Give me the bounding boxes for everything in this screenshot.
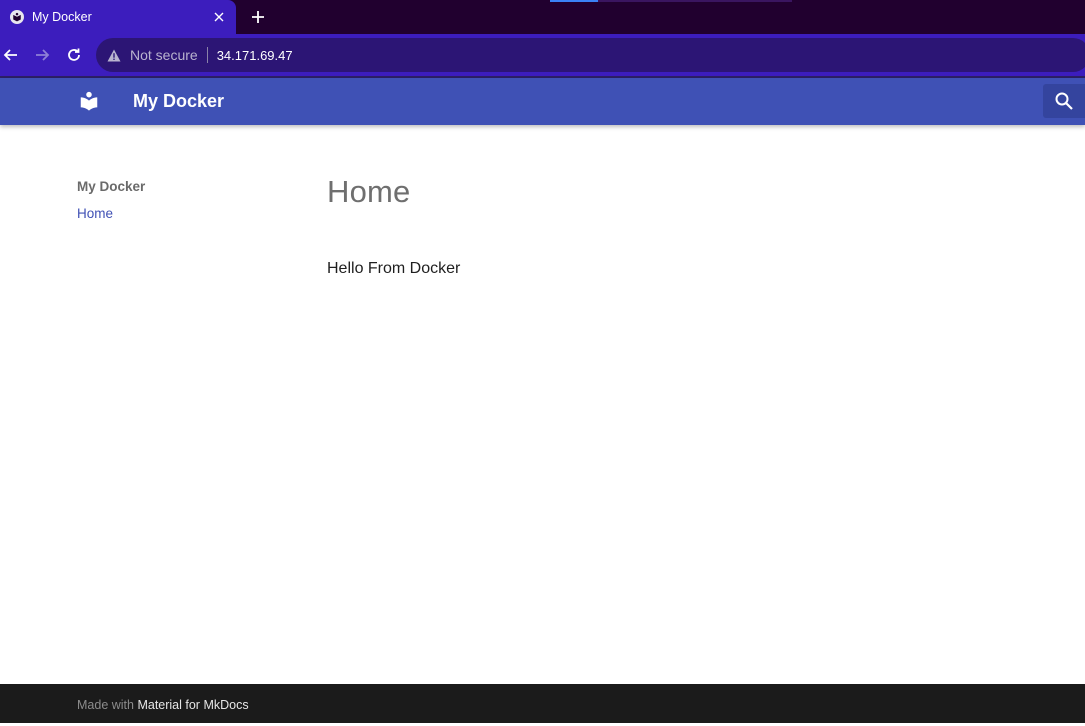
page-paragraph: Hello From Docker: [327, 260, 461, 277]
mkdocs-book-icon: [10, 10, 24, 24]
omnibox-divider: [206, 47, 208, 63]
browser-toolbar: Not secure 34.171.69.47: [0, 34, 1085, 76]
footer-mkdocs-link[interactable]: Material for MkDocs: [137, 698, 248, 712]
url-text[interactable]: 34.171.69.47: [217, 48, 293, 63]
search-icon[interactable]: [1043, 84, 1085, 118]
arrow-right-icon[interactable]: [31, 44, 53, 66]
arrow-left-icon[interactable]: [0, 44, 22, 66]
tab-strip-indicator: [550, 0, 792, 2]
browser-tab-bar: My Docker: [0, 0, 1085, 34]
security-status[interactable]: Not secure: [130, 47, 198, 63]
site-header: My Docker: [0, 78, 1085, 125]
sidebar-title: My Docker: [77, 179, 146, 194]
footer-credit: Made with Material for MkDocs: [77, 684, 249, 723]
sidebar-item-home[interactable]: Home: [77, 206, 113, 221]
site-footer: Made with Material for MkDocs: [0, 684, 1085, 723]
page-title: Home: [327, 174, 411, 209]
plus-icon[interactable]: [247, 6, 269, 28]
browser-tab[interactable]: My Docker: [0, 0, 236, 34]
site-title[interactable]: My Docker: [133, 78, 224, 125]
reload-icon[interactable]: [63, 44, 85, 66]
address-bar[interactable]: Not secure 34.171.69.47: [96, 38, 1085, 72]
footer-prefix: Made with: [77, 698, 138, 712]
close-icon[interactable]: [208, 6, 230, 28]
book-reader-icon[interactable]: [78, 90, 100, 112]
warning-triangle-icon[interactable]: [106, 47, 122, 63]
tab-title: My Docker: [32, 10, 92, 24]
